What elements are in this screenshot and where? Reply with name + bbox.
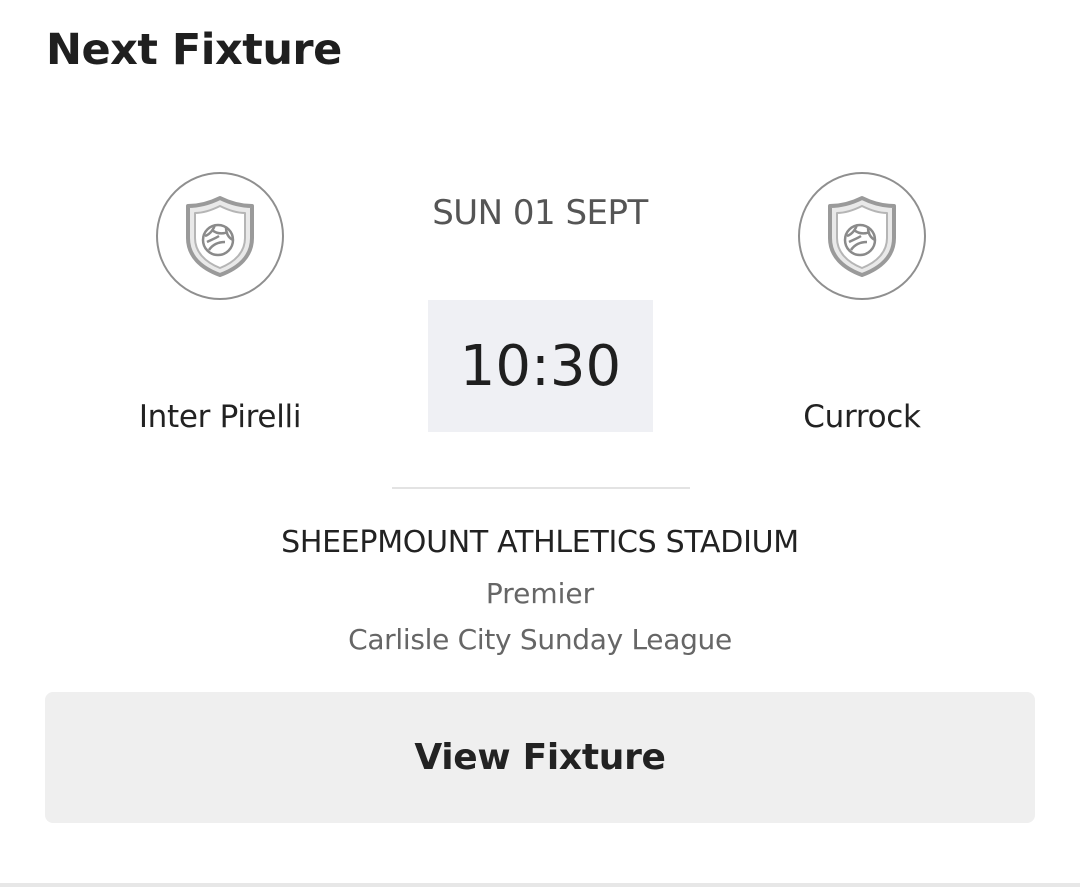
home-team-crest[interactable] <box>156 172 284 300</box>
shield-football-icon <box>186 196 254 277</box>
away-team-crest[interactable] <box>798 172 926 300</box>
divider <box>392 487 690 489</box>
bottom-divider <box>0 883 1080 887</box>
section-title: Next Fixture <box>46 25 342 75</box>
fixture-time-box: 10:30 <box>428 300 653 432</box>
league-name: Carlisle City Sunday League <box>348 623 732 656</box>
away-team-name[interactable]: Currock <box>712 396 1012 438</box>
fixture-date: SUN 01 SEPT <box>432 193 648 233</box>
shield-football-icon <box>828 196 896 277</box>
venue-name: SHEEPMOUNT ATHLETICS STADIUM <box>281 525 799 560</box>
home-team-name[interactable]: Inter Pirelli <box>70 396 370 438</box>
away-team[interactable]: Currock <box>712 172 1012 438</box>
division-name: Premier <box>485 577 595 610</box>
fixture-time: 10:30 <box>459 333 622 399</box>
home-team[interactable]: Inter Pirelli <box>70 172 370 438</box>
view-fixture-button[interactable]: View Fixture <box>45 692 1035 823</box>
